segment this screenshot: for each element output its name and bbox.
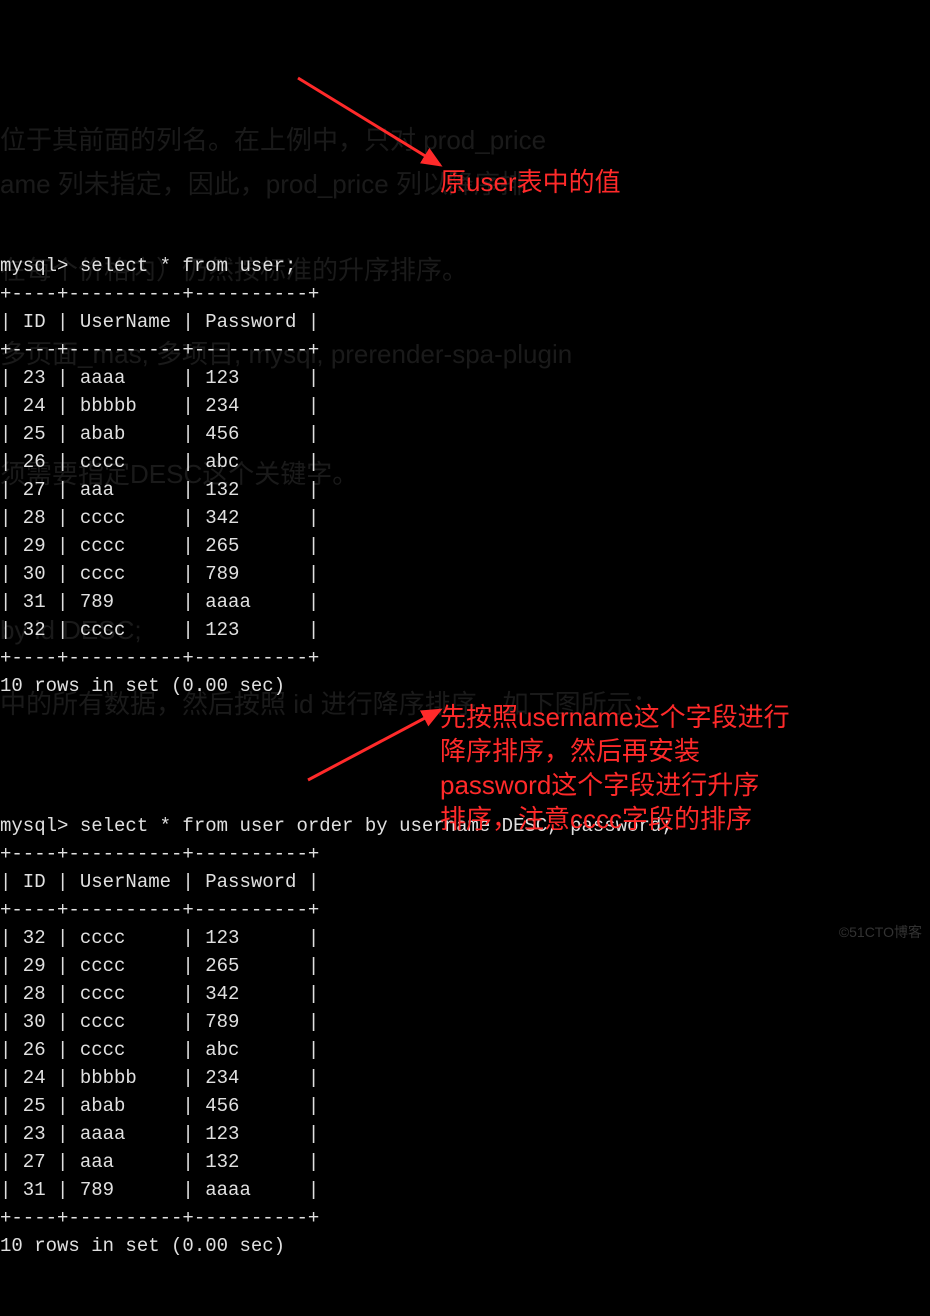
watermark: ©51CTO博客 [839,922,922,942]
query-block-2: mysql> select * from user order by usern… [0,812,930,1260]
query-block-1: mysql> select * from user; +----+-------… [0,252,930,700]
bg-text-line: ame 列未指定，因此，prod_price 列以降序排 [0,170,526,198]
terminal-output: 位于其前面的列名。在上例中，只对 prod_price ame 列未指定，因此，… [0,0,930,948]
bg-text-line: 位于其前面的列名。在上例中，只对 prod_price [0,126,546,154]
